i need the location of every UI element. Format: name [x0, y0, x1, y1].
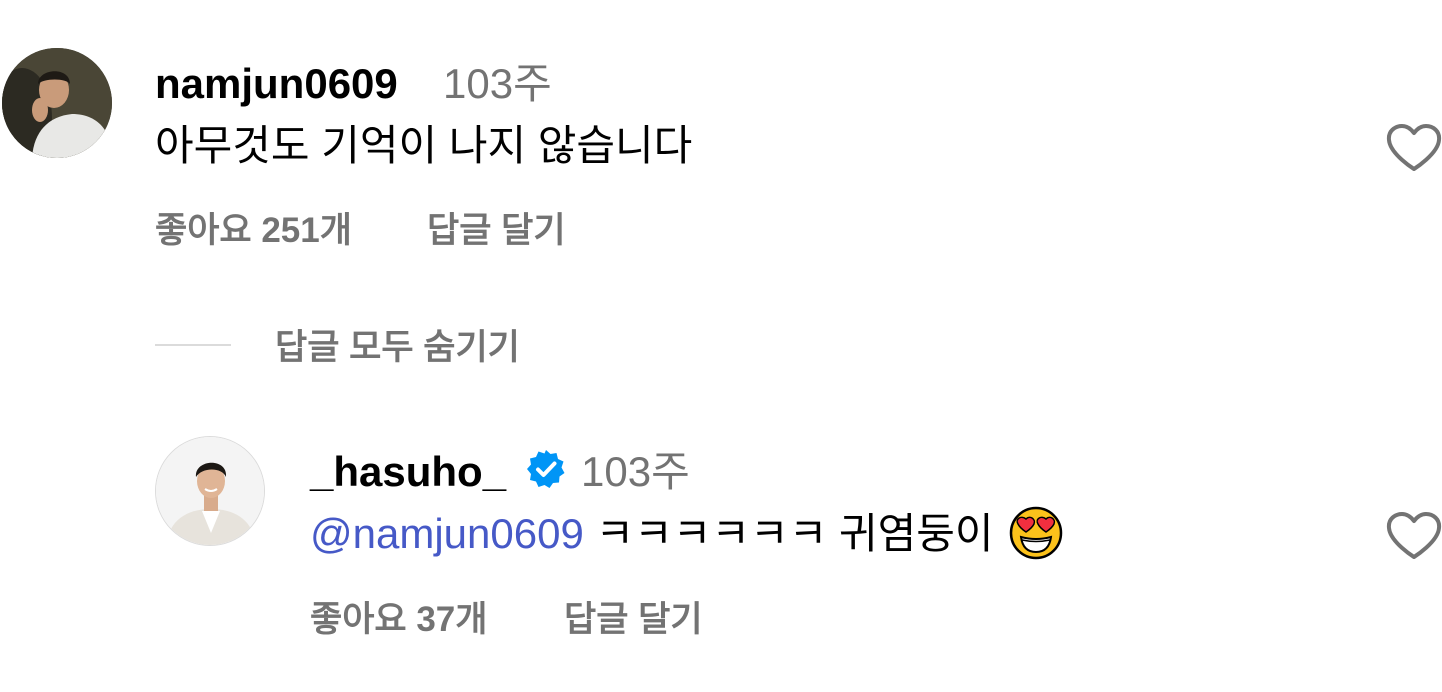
comment-avatar[interactable]	[2, 48, 112, 158]
reply-reply-button[interactable]: 답글 달기	[564, 600, 703, 640]
verified-badge-icon	[525, 448, 567, 490]
reply-mention-link[interactable]: @namjun0609	[310, 510, 584, 557]
reply-likes-count[interactable]: 좋아요 37개	[310, 600, 487, 640]
heart-outline-icon[interactable]	[1385, 123, 1442, 173]
user-photo-avatar	[156, 437, 264, 545]
reply-timestamp[interactable]: 103주	[581, 448, 690, 496]
reply-body: ㅋㅋㅋㅋㅋㅋ 귀염둥이	[583, 510, 1006, 557]
reply-text: @namjun0609 ㅋㅋㅋㅋㅋㅋ 귀염둥이	[310, 506, 1063, 564]
reply-username[interactable]: _hasuho_	[310, 448, 506, 496]
comment-reply-button[interactable]: 답글 달기	[427, 211, 566, 251]
comment-username[interactable]: namjun0609	[155, 60, 398, 108]
replies-divider	[155, 344, 231, 346]
heart-eyes-emoji	[1010, 506, 1063, 560]
heart-outline-icon[interactable]	[1385, 511, 1442, 561]
reply-avatar[interactable]	[155, 436, 265, 546]
user-photo-avatar	[2, 48, 112, 158]
comment-text: 아무것도 기억이 나지 않습니다	[155, 122, 693, 169]
hide-replies-button[interactable]: 답글 모두 숨기기	[275, 327, 520, 369]
comment-likes-count[interactable]: 좋아요 251개	[155, 211, 352, 251]
comment-timestamp[interactable]: 103주	[443, 60, 552, 108]
